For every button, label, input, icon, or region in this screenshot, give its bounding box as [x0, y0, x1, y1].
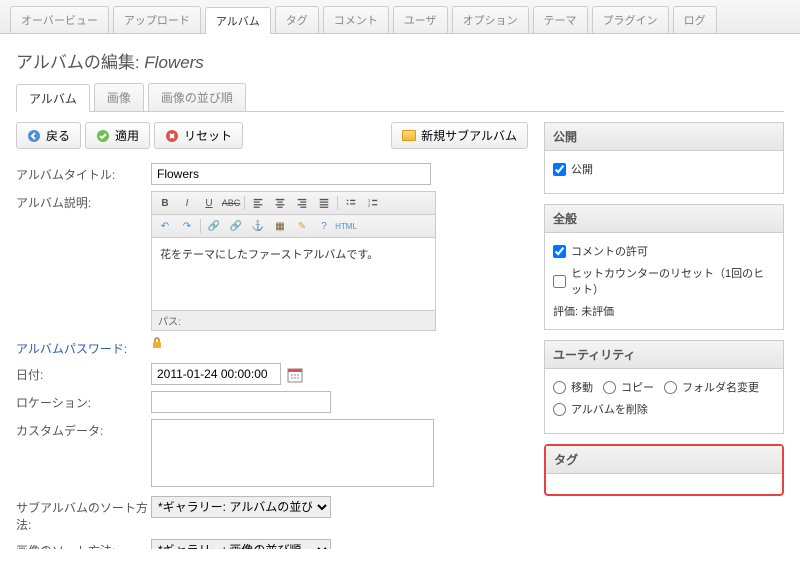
editor-toolbar-2: ↶ ↷ 🔗 🔗 ⚓ ▦ ✎ ? HTML: [152, 215, 435, 238]
album-password-label[interactable]: アルバムパスワード:: [16, 337, 151, 357]
rename-radio[interactable]: [664, 381, 677, 394]
reset-icon: [165, 129, 179, 143]
reset-button[interactable]: リセット: [154, 122, 243, 149]
rich-text-editor: B I U ABC 12 ↶: [151, 191, 436, 331]
publish-panel: 公開 公開: [544, 122, 784, 194]
publish-checkbox[interactable]: [553, 163, 566, 176]
list-ol-icon[interactable]: 12: [364, 195, 382, 211]
tag-panel-head: タグ: [546, 446, 782, 474]
unlink-icon[interactable]: 🔗: [227, 218, 245, 234]
image-icon[interactable]: ▦: [271, 218, 289, 234]
delete-radio-label[interactable]: アルバムを削除: [553, 401, 775, 417]
subalbum-sort-select[interactable]: *ギャラリー: アルバムの並び順: [151, 496, 331, 518]
align-center-icon[interactable]: [271, 195, 289, 211]
top-tab-0[interactable]: オーバービュー: [10, 6, 109, 33]
publish-panel-head: 公開: [545, 123, 783, 151]
page-title: アルバムの編集: Flowers: [0, 34, 800, 83]
editor-toolbar-1: B I U ABC 12: [152, 192, 435, 215]
clean-icon[interactable]: ✎: [293, 218, 311, 234]
image-sort-select[interactable]: *ギャラリー: 画像の並び順: [151, 539, 331, 549]
apply-icon: [96, 129, 110, 143]
rename-radio-label[interactable]: フォルダ名変更: [664, 379, 759, 395]
html-icon[interactable]: HTML: [337, 218, 355, 234]
anchor-icon[interactable]: ⚓: [249, 218, 267, 234]
underline-icon[interactable]: U: [200, 195, 218, 211]
italic-icon[interactable]: I: [178, 195, 196, 211]
utility-panel-head: ユーティリティ: [545, 341, 783, 369]
rating-text: 評価: 未評価: [553, 303, 775, 319]
new-subalbum-button[interactable]: 新規サブアルバム: [391, 122, 528, 149]
align-justify-icon[interactable]: [315, 195, 333, 211]
top-tab-9[interactable]: ログ: [673, 6, 717, 33]
move-radio-label[interactable]: 移動: [553, 379, 593, 395]
comment-allow-label[interactable]: コメントの許可: [553, 243, 775, 259]
editor-path: パス:: [152, 310, 435, 330]
top-tab-6[interactable]: オプション: [452, 6, 529, 33]
move-radio[interactable]: [553, 381, 566, 394]
top-tabs: オーバービューアップロードアルバムタグコメントユーザオプションテーマプラグインロ…: [0, 0, 800, 34]
general-panel: 全般 コメントの許可 ヒットカウンターのリセット（1回のヒット） 評価: 未評価: [544, 204, 784, 330]
top-tab-4[interactable]: コメント: [323, 6, 389, 33]
apply-button[interactable]: 適用: [85, 122, 150, 149]
date-input[interactable]: [151, 363, 281, 385]
align-left-icon[interactable]: [249, 195, 267, 211]
album-title-label: アルバムタイトル:: [16, 163, 151, 183]
album-title-input[interactable]: [151, 163, 431, 185]
top-tab-1[interactable]: アップロード: [113, 6, 201, 33]
list-ul-icon[interactable]: [342, 195, 360, 211]
sub-tab-0[interactable]: アルバム: [16, 84, 90, 112]
delete-radio[interactable]: [553, 403, 566, 416]
sub-tab-1[interactable]: 画像: [94, 83, 144, 111]
subalbum-sort-label: サブアルバムのソート方法:: [16, 496, 151, 533]
custom-data-textarea[interactable]: [151, 419, 434, 487]
strike-icon[interactable]: ABC: [222, 195, 240, 211]
folder-icon: [402, 130, 416, 141]
album-desc-label: アルバム説明:: [16, 191, 151, 211]
calendar-icon[interactable]: [287, 367, 303, 383]
utility-panel: ユーティリティ 移動 コピー フォルダ名変更 アルバムを削除: [544, 340, 784, 434]
top-tab-8[interactable]: プラグイン: [592, 6, 669, 33]
undo-icon[interactable]: ↶: [156, 218, 174, 234]
svg-text:2: 2: [368, 202, 371, 207]
page-title-prefix: アルバムの編集:: [16, 53, 140, 72]
copy-radio[interactable]: [603, 381, 616, 394]
hit-reset-checkbox[interactable]: [553, 275, 566, 288]
location-input[interactable]: [151, 391, 331, 413]
content: 戻る 適用 リセット 新規サブアルバム アルバムタイトル: アルバム説明:: [0, 112, 800, 569]
editor-body[interactable]: 花をテーマにしたファーストアルバムです。: [152, 238, 435, 310]
main-column: 戻る 適用 リセット 新規サブアルバム アルバムタイトル: アルバム説明:: [16, 122, 528, 549]
link-icon[interactable]: 🔗: [205, 218, 223, 234]
side-column: 公開 公開 全般 コメントの許可 ヒットカウンターのリセット（1回のヒット） 評…: [544, 122, 784, 549]
comment-allow-checkbox[interactable]: [553, 245, 566, 258]
bold-icon[interactable]: B: [156, 195, 174, 211]
align-right-icon[interactable]: [293, 195, 311, 211]
page-title-name: Flowers: [144, 53, 204, 72]
sub-tabs: アルバム画像画像の並び順: [16, 83, 784, 112]
top-tab-5[interactable]: ユーザ: [393, 6, 448, 33]
custom-data-label: カスタムデータ:: [16, 419, 151, 439]
publish-checkbox-label[interactable]: 公開: [553, 161, 775, 177]
help-icon[interactable]: ?: [315, 218, 333, 234]
lock-icon: [151, 337, 163, 349]
top-tab-2[interactable]: アルバム: [205, 7, 271, 34]
general-panel-head: 全般: [545, 205, 783, 233]
back-button[interactable]: 戻る: [16, 122, 81, 149]
redo-icon[interactable]: ↷: [178, 218, 196, 234]
top-tab-3[interactable]: タグ: [275, 6, 319, 33]
hit-reset-label[interactable]: ヒットカウンターのリセット（1回のヒット）: [553, 265, 775, 297]
copy-radio-label[interactable]: コピー: [603, 379, 654, 395]
image-sort-label: 画像のソート方法:: [16, 539, 151, 549]
back-icon: [27, 129, 41, 143]
date-label: 日付:: [16, 363, 151, 383]
top-tab-7[interactable]: テーマ: [533, 6, 588, 33]
toolbar: 戻る 適用 リセット 新規サブアルバム: [16, 122, 528, 149]
sub-tab-2[interactable]: 画像の並び順: [148, 83, 246, 111]
tag-panel: タグ: [544, 444, 784, 496]
location-label: ロケーション:: [16, 391, 151, 411]
